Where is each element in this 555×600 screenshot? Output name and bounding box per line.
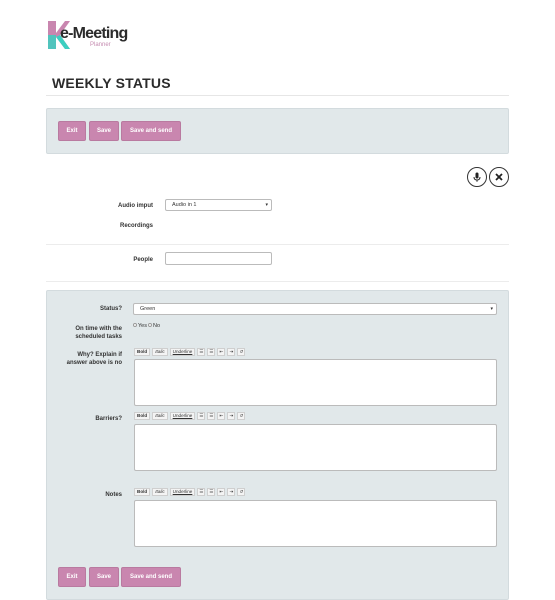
numbered-list-icon[interactable]: ☰ [207, 348, 216, 356]
section-divider [46, 244, 509, 245]
underline-button[interactable]: Underline [169, 348, 196, 356]
barriers-label: Barriers? [95, 416, 122, 422]
title-divider [46, 95, 509, 96]
italic-button[interactable]: Italic [152, 488, 168, 496]
people-label: People [133, 257, 153, 263]
why-label-line2: answer above is no [66, 360, 122, 366]
indent-icon[interactable]: ⇥ [227, 348, 236, 356]
bulleted-list-icon[interactable]: ☰ [197, 488, 206, 496]
notes-editor-toolbar: Bold Italic Underline ☰ ☰ ⇤ ⇥ ↺ [134, 488, 246, 496]
why-editor-toolbar: Bold Italic Underline ☰ ☰ ⇤ ⇥ ↺ [134, 348, 246, 356]
bold-button[interactable]: Bold [134, 488, 151, 496]
app-logo: e-Meeting Planner [48, 21, 138, 51]
on-time-label-line2: scheduled tasks [75, 334, 122, 340]
bold-button[interactable]: Bold [134, 348, 151, 356]
audio-input-label: Audio imput [118, 203, 153, 209]
underline-button[interactable]: Underline [169, 412, 196, 420]
exit-button-bottom[interactable]: Exit [58, 567, 86, 587]
undo-icon[interactable]: ↺ [237, 488, 246, 496]
audio-input-value: Audio in 1 [172, 202, 197, 208]
save-button-top[interactable]: Save [89, 121, 119, 141]
status-value: Green [140, 306, 156, 312]
notes-textarea[interactable] [134, 500, 497, 547]
exit-button-top[interactable]: Exit [58, 121, 86, 141]
why-label: Why? Explain if answer above is no [52, 351, 122, 367]
radio-circle-icon [148, 323, 152, 327]
brand-subtitle: Planner [90, 42, 111, 48]
audio-input-select[interactable]: Audio in 1 ▾ [165, 199, 272, 211]
why-textarea[interactable] [134, 359, 497, 406]
microphone-button[interactable] [467, 167, 487, 187]
section-divider [46, 281, 509, 282]
outdent-icon[interactable]: ⇤ [217, 488, 226, 496]
recordings-label: Recordings [119, 223, 153, 229]
no-option-label: No [153, 323, 161, 329]
chevron-down-icon: ▾ [490, 306, 493, 312]
radio-circle-icon [133, 323, 137, 327]
page-title: WEEKLY STATUS [52, 75, 171, 91]
save-button-bottom[interactable]: Save [89, 567, 119, 587]
indent-icon[interactable]: ⇥ [227, 412, 236, 420]
bold-button[interactable]: Bold [134, 412, 151, 420]
brand-name: e-Meeting [60, 25, 128, 42]
undo-icon[interactable]: ↺ [237, 412, 246, 420]
close-icon [495, 173, 503, 181]
people-input[interactable] [165, 252, 272, 265]
notes-label: Notes [105, 492, 122, 498]
underline-button[interactable]: Underline [169, 488, 196, 496]
microphone-icon [473, 172, 481, 182]
outdent-icon[interactable]: ⇤ [217, 412, 226, 420]
barriers-editor-toolbar: Bold Italic Underline ☰ ☰ ⇤ ⇥ ↺ [134, 412, 246, 420]
save-and-send-button-bottom[interactable]: Save and send [121, 567, 181, 587]
barriers-textarea[interactable] [134, 424, 497, 471]
save-and-send-button-top[interactable]: Save and send [121, 121, 181, 141]
undo-icon[interactable]: ↺ [237, 348, 246, 356]
on-time-no-radio[interactable]: No [148, 323, 160, 330]
on-time-yes-radio[interactable]: Yes [133, 323, 147, 330]
why-label-line1: Why? Explain if [77, 352, 122, 358]
italic-button[interactable]: Italic [152, 348, 168, 356]
status-label: Status? [99, 306, 122, 312]
italic-button[interactable]: Italic [152, 412, 168, 420]
numbered-list-icon[interactable]: ☰ [207, 488, 216, 496]
indent-icon[interactable]: ⇥ [227, 488, 236, 496]
close-button[interactable] [489, 167, 509, 187]
on-time-label-line1: On time with the [75, 326, 122, 332]
bulleted-list-icon[interactable]: ☰ [197, 348, 206, 356]
chevron-down-icon: ▾ [265, 202, 268, 208]
status-select[interactable]: Green ▾ [133, 303, 497, 315]
yes-option-label: Yes [138, 323, 147, 329]
numbered-list-icon[interactable]: ☰ [207, 412, 216, 420]
on-time-label: On time with the scheduled tasks [58, 325, 122, 341]
bulleted-list-icon[interactable]: ☰ [197, 412, 206, 420]
outdent-icon[interactable]: ⇤ [217, 348, 226, 356]
